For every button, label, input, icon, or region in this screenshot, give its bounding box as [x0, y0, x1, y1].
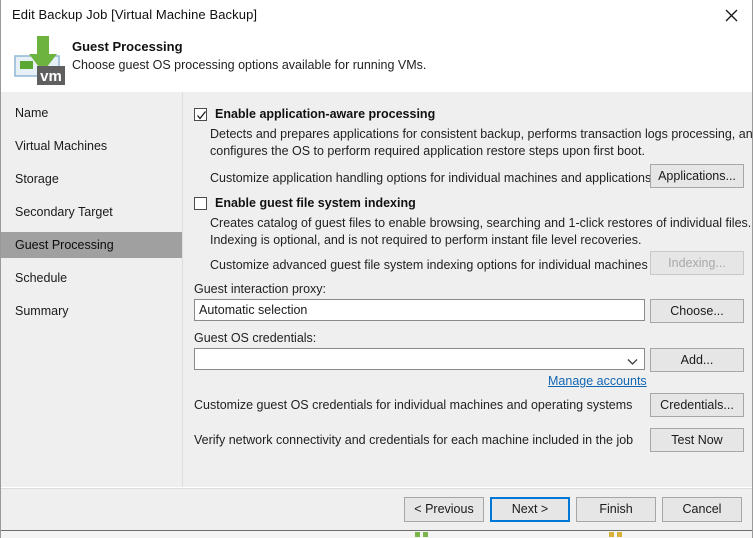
previous-button[interactable]: < Previous	[404, 497, 484, 522]
indexing-label: Enable guest file system indexing	[215, 196, 416, 210]
sidebar-item-name[interactable]: Name	[1, 100, 182, 126]
guest-os-credentials-select[interactable]	[194, 348, 645, 370]
add-credentials-button[interactable]: Add...	[650, 348, 744, 372]
vm-backup-icon: vm	[11, 30, 69, 88]
header-subtitle: Choose guest OS processing options avail…	[72, 58, 427, 72]
manage-accounts-link[interactable]: Manage accounts	[548, 374, 647, 388]
dialog-body: Name Virtual Machines Storage Secondary …	[1, 92, 753, 538]
chevron-down-icon[interactable]	[627, 355, 638, 369]
guest-processing-panel: Enable application-aware processing Dete…	[183, 92, 753, 487]
choose-button[interactable]: Choose...	[650, 299, 744, 323]
indexing-description-line-1: Creates catalog of guest files to enable…	[210, 216, 752, 230]
dialog-footer: < Previous Next > Finish Cancel	[1, 487, 752, 535]
guest-os-credentials-label: Guest OS credentials:	[194, 331, 317, 345]
sidebar-item-guest-processing[interactable]: Guest Processing	[1, 232, 182, 258]
test-now-button[interactable]: Test Now	[650, 428, 744, 452]
guest-interaction-proxy-input[interactable]: Automatic selection	[194, 299, 645, 321]
credentials-button[interactable]: Credentials...	[650, 393, 744, 417]
indexing-checkbox[interactable]	[194, 197, 207, 210]
sidebar-item-virtual-machines[interactable]: Virtual Machines	[1, 133, 182, 159]
edit-backup-job-dialog: Edit Backup Job [Virtual Machine Backup]…	[0, 0, 753, 538]
header-title: Guest Processing	[72, 39, 183, 54]
background-window-strip	[1, 531, 752, 538]
verify-connectivity-text: Verify network connectivity and credenti…	[194, 433, 634, 447]
indexing-customize-text: Customize advanced guest file system ind…	[210, 258, 648, 272]
applications-button[interactable]: Applications...	[650, 164, 744, 188]
window-title: Edit Backup Job [Virtual Machine Backup]	[12, 7, 258, 22]
guest-interaction-proxy-label: Guest interaction proxy:	[194, 282, 327, 296]
svg-text:vm: vm	[40, 68, 62, 85]
indexing-description-line-2: Indexing is optional, and is not require…	[210, 233, 642, 247]
sidebar-item-schedule[interactable]: Schedule	[1, 265, 182, 291]
wizard-step-list: Name Virtual Machines Storage Secondary …	[1, 92, 183, 487]
indexing-button: Indexing...	[650, 251, 744, 275]
footer-divider	[1, 488, 752, 489]
app-aware-description-line-1: Detects and prepares applications for co…	[210, 127, 753, 141]
app-aware-label: Enable application-aware processing	[215, 107, 436, 121]
sidebar-item-summary[interactable]: Summary	[1, 298, 182, 324]
close-icon[interactable]	[709, 0, 752, 30]
sidebar-item-storage[interactable]: Storage	[1, 166, 182, 192]
app-aware-checkbox[interactable]	[194, 108, 207, 121]
app-aware-description-line-2: configures the OS to perform required ap…	[210, 144, 645, 158]
finish-button[interactable]: Finish	[576, 497, 656, 522]
dialog-header: vm Guest Processing Choose guest OS proc…	[1, 30, 752, 93]
title-bar: Edit Backup Job [Virtual Machine Backup]	[1, 0, 752, 30]
sidebar-item-secondary-target[interactable]: Secondary Target	[1, 199, 182, 225]
app-aware-customize-text: Customize application handling options f…	[210, 171, 652, 185]
customize-credentials-text: Customize guest OS credentials for indiv…	[194, 398, 633, 412]
next-button[interactable]: Next >	[490, 497, 570, 522]
cancel-button[interactable]: Cancel	[662, 497, 742, 522]
